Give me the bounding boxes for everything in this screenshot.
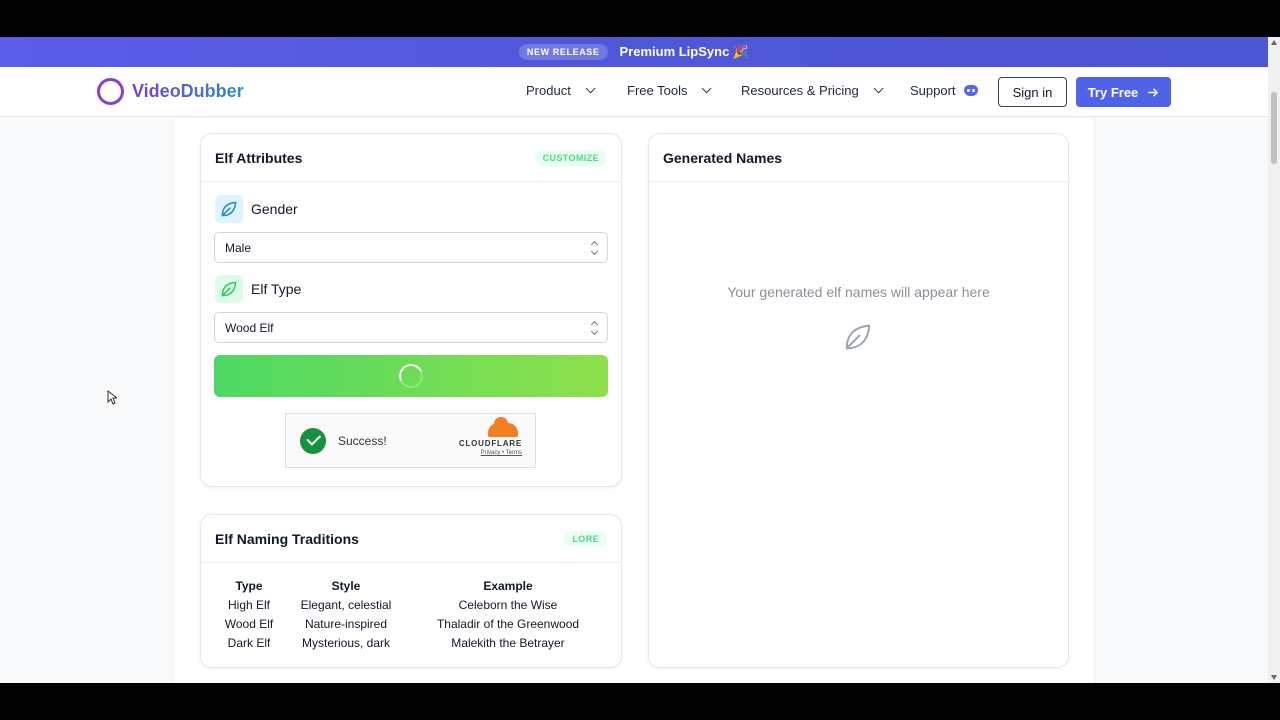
nav-product[interactable]: Product bbox=[526, 83, 596, 98]
elf-attributes-card: Elf Attributes CUSTOMIZE Gender Male Elf… bbox=[200, 133, 622, 487]
cloudflare-name: CLOUDFLARE bbox=[458, 439, 522, 448]
banner-text[interactable]: Premium LipSync 🎉 bbox=[620, 44, 750, 60]
table-cell: Celeborn the Wise bbox=[458, 598, 558, 612]
nav-resources-label: Resources & Pricing bbox=[741, 83, 859, 98]
main-container: Elf Attributes CUSTOMIZE Gender Male Elf… bbox=[173, 118, 1095, 683]
chevron-down-icon bbox=[873, 83, 884, 94]
generate-button[interactable] bbox=[214, 355, 608, 397]
cloudflare-brand: CLOUDFLARE Privacy • Terms bbox=[458, 417, 522, 456]
scroll-up-arrow-icon[interactable] bbox=[1271, 40, 1277, 45]
column-header: Example bbox=[483, 579, 533, 593]
privacy-terms-links[interactable]: Privacy • Terms bbox=[459, 450, 522, 456]
gender-select[interactable]: Male bbox=[214, 232, 608, 263]
table-header-row: Type Style Example bbox=[215, 577, 607, 596]
elf-naming-traditions-card: Elf Naming Traditions LORE Type Style Ex… bbox=[200, 514, 622, 668]
elf-type-select[interactable]: Wood Elf bbox=[214, 312, 608, 343]
nav-free-tools-label: Free Tools bbox=[627, 83, 688, 98]
page-scrollbar[interactable] bbox=[1268, 37, 1280, 683]
gender-select-value: Male bbox=[225, 240, 252, 255]
select-arrows-icon bbox=[590, 240, 599, 255]
card-header: Elf Attributes CUSTOMIZE bbox=[201, 134, 621, 182]
browser-viewport: NEW RELEASE Premium LipSync 🎉 VideoDubbe… bbox=[0, 37, 1280, 683]
logo-text: VideoDubber bbox=[132, 81, 244, 101]
nav-free-tools[interactable]: Free Tools bbox=[627, 83, 713, 98]
navbar: VideoDubber Product Free Tools Resources… bbox=[0, 67, 1268, 117]
mouse-cursor-icon bbox=[107, 390, 117, 405]
sign-in-button[interactable]: Sign in bbox=[998, 77, 1067, 107]
card-header: Elf Naming Traditions LORE bbox=[201, 515, 621, 563]
card-header: Generated Names bbox=[649, 134, 1068, 182]
table-cell: Elegant, celestial bbox=[300, 598, 392, 612]
elf-type-label-text: Elf Type bbox=[251, 281, 302, 297]
gender-label-text: Gender bbox=[251, 201, 298, 217]
release-banner[interactable]: NEW RELEASE Premium LipSync 🎉 bbox=[0, 37, 1268, 67]
nav-support-label: Support bbox=[910, 83, 956, 98]
scrollbar-thumb[interactable] bbox=[1271, 92, 1277, 164]
table-cell: Thaladir of the Greenwood bbox=[436, 617, 580, 631]
select-arrows-icon bbox=[590, 320, 599, 335]
leaf-icon bbox=[215, 275, 243, 303]
loading-spinner-icon bbox=[395, 360, 427, 392]
cloudflare-turnstile[interactable]: Success! CLOUDFLARE Privacy • Terms bbox=[285, 413, 536, 468]
empty-state-text: Your generated elf names will appear her… bbox=[727, 284, 990, 300]
customize-badge: CUSTOMIZE bbox=[534, 149, 607, 166]
logo[interactable]: VideoDubber bbox=[97, 78, 244, 105]
nav-support[interactable]: Support bbox=[910, 83, 978, 98]
gender-label: Gender bbox=[215, 195, 298, 223]
column-header: Style bbox=[331, 579, 361, 593]
chevron-down-icon bbox=[585, 83, 596, 94]
generated-names-card: Generated Names Your generated elf names… bbox=[648, 133, 1069, 668]
table-cell: High Elf bbox=[227, 598, 271, 612]
arrow-right-icon bbox=[1148, 88, 1159, 96]
turnstile-status: Success! bbox=[338, 433, 387, 448]
scroll-down-arrow-icon[interactable] bbox=[1271, 675, 1277, 680]
column-header: Type bbox=[235, 579, 263, 593]
discord-icon bbox=[963, 85, 978, 96]
card-title: Generated Names bbox=[663, 149, 783, 166]
table-cell: Mysterious, dark bbox=[301, 636, 391, 650]
card-title: Elf Attributes bbox=[215, 149, 303, 166]
table-cell: Malekith the Betrayer bbox=[451, 636, 565, 650]
table-cell: Wood Elf bbox=[224, 617, 274, 631]
table-row: Dark Elf Mysterious, dark Malekith the B… bbox=[215, 634, 607, 653]
lore-badge: LORE bbox=[564, 530, 607, 547]
try-free-label: Try Free bbox=[1087, 84, 1139, 100]
leaf-icon bbox=[215, 195, 243, 223]
success-check-icon bbox=[300, 427, 326, 454]
table-row: Wood Elf Nature-inspired Thaladir of the… bbox=[215, 615, 607, 634]
nav-product-label: Product bbox=[526, 83, 571, 98]
elf-type-select-value: Wood Elf bbox=[225, 320, 274, 335]
table-cell: Nature-inspired bbox=[304, 617, 388, 631]
cloudflare-logo-icon bbox=[488, 417, 518, 437]
nav-resources-pricing[interactable]: Resources & Pricing bbox=[741, 83, 884, 98]
chevron-down-icon bbox=[702, 83, 713, 94]
card-title: Elf Naming Traditions bbox=[215, 530, 359, 547]
try-free-button[interactable]: Try Free bbox=[1076, 77, 1171, 107]
naming-traditions-table: Type Style Example High Elf Elegant, cel… bbox=[215, 577, 607, 653]
table-cell: Dark Elf bbox=[227, 636, 271, 650]
leaf-icon bbox=[845, 324, 871, 350]
logo-ring-icon bbox=[97, 78, 124, 105]
elf-type-label: Elf Type bbox=[215, 275, 301, 303]
new-release-badge: NEW RELEASE bbox=[518, 44, 608, 60]
table-row: High Elf Elegant, celestial Celeborn the… bbox=[215, 596, 607, 615]
